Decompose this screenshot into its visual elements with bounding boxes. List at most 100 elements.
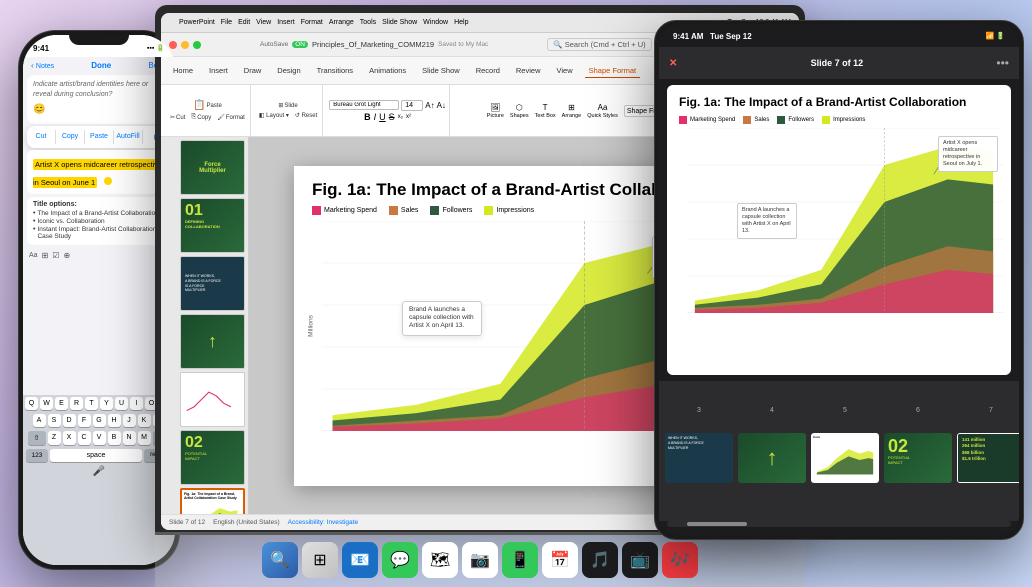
- dock-music[interactable]: 🎶: [662, 542, 698, 578]
- slide-thumb-4[interactable]: ↑: [180, 314, 245, 369]
- ipad-more-btn[interactable]: •••: [996, 56, 1009, 70]
- paste-btn[interactable]: 📋 Paste: [191, 99, 224, 112]
- slide-thumb-3[interactable]: WHEN IT WORKS,A BRAND IS A FORCEIS A FOR…: [180, 256, 245, 311]
- mic-icon[interactable]: 🎤: [23, 464, 175, 479]
- format-table-icon[interactable]: ⊞: [42, 251, 49, 260]
- ipad-thumb-6[interactable]: 02 PotentialImpact: [884, 433, 952, 483]
- shapes-btn[interactable]: ⬡: [516, 103, 523, 112]
- view-menu[interactable]: View: [256, 19, 271, 26]
- underline-btn[interactable]: U: [379, 112, 386, 122]
- autofill-btn[interactable]: AutoFill: [114, 130, 143, 144]
- tab-home[interactable]: Home: [169, 64, 197, 77]
- keyboard[interactable]: Q W E R T Y U I O P A S D F G H: [23, 395, 175, 565]
- key-space[interactable]: space: [50, 449, 142, 462]
- tab-insert[interactable]: Insert: [205, 64, 232, 77]
- ipad-thumb-4[interactable]: ↑: [738, 433, 806, 483]
- window-menu[interactable]: Window: [423, 19, 448, 26]
- key-n[interactable]: N: [123, 431, 136, 445]
- key-d[interactable]: D: [63, 414, 76, 427]
- key-m[interactable]: M: [138, 431, 151, 445]
- layout-btn[interactable]: ◧ Layout ▾: [257, 111, 291, 120]
- slide-thumb-7[interactable]: Fig. 1a: The Impact of a Brand-Artist Co…: [180, 488, 245, 514]
- key-a[interactable]: A: [33, 414, 46, 427]
- arrange-menu[interactable]: Arrange: [329, 19, 354, 26]
- cut-btn[interactable]: Cut: [27, 130, 56, 144]
- accessibility-indicator[interactable]: Accessibility: Investigate: [288, 519, 358, 526]
- italic-btn[interactable]: I: [374, 112, 377, 122]
- slide-thumb-5[interactable]: [180, 372, 245, 427]
- key-y[interactable]: Y: [100, 397, 113, 410]
- cut-btn[interactable]: ✂ Cut: [168, 113, 187, 122]
- key-s[interactable]: S: [48, 414, 61, 427]
- key-j[interactable]: J: [123, 414, 136, 427]
- tab-view[interactable]: View: [552, 64, 576, 77]
- tab-animations[interactable]: Animations: [365, 64, 410, 77]
- key-b[interactable]: B: [108, 431, 121, 445]
- dock-maps[interactable]: 🗺: [422, 542, 458, 578]
- slide-thumb-1[interactable]: ForceMultiplier: [180, 140, 245, 195]
- format-checklist-icon[interactable]: ☑: [52, 251, 59, 260]
- dock-launchpad[interactable]: ⊞: [302, 542, 338, 578]
- dock-itunes[interactable]: 🎵: [582, 542, 618, 578]
- key-u[interactable]: U: [115, 397, 128, 410]
- ipad-thumb-5[interactable]: Cora: [811, 433, 879, 483]
- copy-btn[interactable]: Copy: [56, 130, 85, 144]
- key-r[interactable]: R: [70, 397, 83, 410]
- notes-done-btn[interactable]: Done: [91, 61, 111, 70]
- search-icon[interactable]: 🔍 Search (Cmd + Ctrl + U): [547, 38, 651, 51]
- align-btn[interactable]: ⊞: [568, 103, 575, 112]
- reset-btn[interactable]: ↺ Reset: [293, 111, 319, 120]
- tab-draw[interactable]: Draw: [240, 64, 266, 77]
- format-more-icon[interactable]: ⊕: [63, 251, 70, 260]
- font-family-selector[interactable]: [329, 100, 399, 110]
- dock-mail[interactable]: 📧: [342, 542, 378, 578]
- tab-transitions[interactable]: Transitions: [313, 64, 357, 77]
- minimize-window-btn[interactable]: [181, 41, 189, 49]
- new-slide-btn[interactable]: ⊞ Slide: [276, 101, 299, 110]
- key-k[interactable]: K: [138, 414, 151, 427]
- slide-thumb-6[interactable]: 02 PotentialImpact: [180, 430, 245, 485]
- format-aa-icon[interactable]: Aa: [29, 252, 38, 259]
- edit-menu[interactable]: Edit: [238, 19, 250, 26]
- key-h[interactable]: H: [108, 414, 121, 427]
- key-t[interactable]: T: [85, 397, 98, 410]
- picture-btn[interactable]: 🖼: [490, 103, 500, 112]
- dock-messages[interactable]: 💬: [382, 542, 418, 578]
- key-c[interactable]: C: [78, 431, 91, 445]
- slideshow-menu[interactable]: Slide Show: [382, 19, 417, 26]
- paste-btn[interactable]: Paste: [85, 130, 114, 144]
- increase-font-btn[interactable]: A↑: [425, 101, 434, 110]
- strikethrough-btn[interactable]: S: [389, 112, 395, 122]
- copy-btn[interactable]: ⎘ Copy: [189, 113, 213, 122]
- help-menu[interactable]: Help: [454, 19, 468, 26]
- tab-design[interactable]: Design: [273, 64, 304, 77]
- ipad-thumb-7[interactable]: 141 million 264 million $68 billion $1.6…: [957, 433, 1019, 483]
- tab-record[interactable]: Record: [472, 64, 504, 77]
- insert-menu[interactable]: Insert: [277, 19, 295, 26]
- key-w[interactable]: W: [40, 397, 53, 410]
- tools-menu[interactable]: Tools: [360, 19, 376, 26]
- slide-thumb-2[interactable]: 01 DefiningCollaboration: [180, 198, 245, 253]
- font-size-selector[interactable]: [401, 100, 423, 111]
- fullscreen-window-btn[interactable]: [193, 41, 201, 49]
- ipad-close-btn[interactable]: ✕: [669, 58, 677, 69]
- key-g[interactable]: G: [93, 414, 106, 427]
- dock-appletv[interactable]: 📺: [622, 542, 658, 578]
- superscript-btn[interactable]: x²: [406, 114, 411, 120]
- key-z[interactable]: Z: [48, 431, 61, 445]
- format-painter-btn[interactable]: 🖌 Format: [215, 113, 247, 122]
- key-123[interactable]: 123: [26, 449, 48, 462]
- ipad-thumbnail-scrollbar[interactable]: [667, 521, 1011, 527]
- tab-shape-format[interactable]: Shape Format: [585, 64, 641, 78]
- decrease-font-btn[interactable]: A↓: [437, 101, 446, 110]
- key-x[interactable]: X: [63, 431, 76, 445]
- powerpoint-menu[interactable]: PowerPoint: [179, 19, 215, 26]
- key-v[interactable]: V: [93, 431, 106, 445]
- quick-styles-btn[interactable]: Aa: [598, 103, 608, 112]
- dock-photos[interactable]: 📷: [462, 542, 498, 578]
- format-menu[interactable]: Format: [301, 19, 323, 26]
- subscript-btn[interactable]: x₂: [398, 114, 403, 120]
- dock-finder[interactable]: 🔍: [262, 542, 298, 578]
- key-i[interactable]: I: [130, 397, 143, 410]
- key-shift[interactable]: ⇧: [28, 431, 46, 445]
